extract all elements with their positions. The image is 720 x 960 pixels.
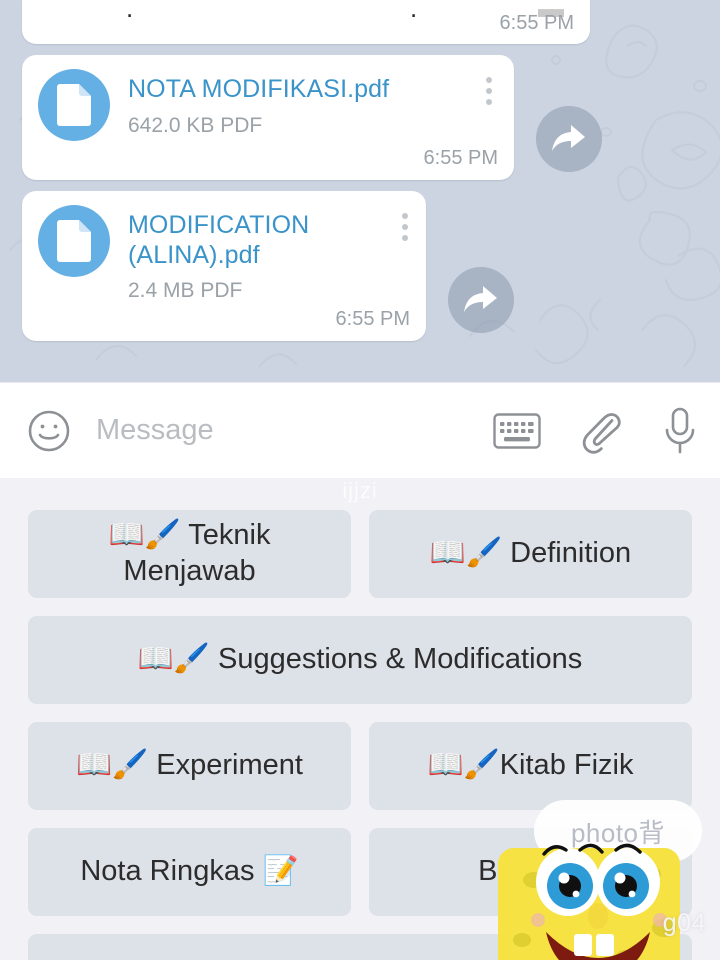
panel-watermark: ijjzi: [342, 478, 378, 503]
document-text-block: NOTA MODIFIKASI.pdf 642.0 KB PDF: [128, 69, 389, 137]
forward-arrow-icon: [552, 125, 585, 151]
kebab-menu-icon[interactable]: [398, 209, 412, 245]
forward-button[interactable]: [448, 267, 514, 334]
message-timestamp: 6:55 PM: [335, 308, 410, 331]
telegram-chat-screen: . . ▬ 6:55 PM NOTA MODIFIKASI.pdf 642.0 …: [0, 0, 720, 960]
keyboard-button-bengkel[interactable]: Bengkel: [369, 828, 692, 916]
microphone-icon[interactable]: [663, 407, 697, 455]
document-file-name[interactable]: MODIFICATION (ALINA).pdf: [128, 211, 340, 270]
paperclip-icon[interactable]: [581, 408, 623, 454]
keyboard-button-experiment[interactable]: 📖🖌️ Experiment: [28, 722, 351, 810]
document-row: MODIFICATION (ALINA).pdf 2.4 MB PDF: [38, 205, 410, 302]
message-bubble-document-1[interactable]: NOTA MODIFIKASI.pdf 642.0 KB PDF 6:55 PM: [22, 55, 514, 180]
keyboard-row-2: 📖🖌️ Suggestions & Modifications: [28, 616, 692, 704]
message-row-clipped: . . ▬ 6:55 PM: [0, 0, 720, 44]
keyboard-row-5-partial: [28, 934, 692, 960]
keyboard-button-partial[interactable]: [28, 934, 692, 960]
message-timestamp: 6:55 PM: [499, 12, 574, 34]
clipped-glyph-a: .: [126, 0, 135, 23]
message-input-bar: [0, 382, 720, 478]
document-glyph: [57, 220, 91, 262]
keyboard-row-3: 📖🖌️ Experiment 📖🖌️Kitab Fizik: [28, 722, 692, 810]
document-icon[interactable]: [38, 69, 110, 141]
forward-button[interactable]: [536, 106, 602, 172]
message-row-document-1: NOTA MODIFIKASI.pdf 642.0 KB PDF 6:55 PM: [0, 55, 720, 180]
keyboard-button-nota-ringkas[interactable]: Nota Ringkas 📝: [28, 828, 351, 916]
clipped-glyph-b: .: [410, 0, 419, 23]
input-bar-actions: [493, 407, 697, 455]
chat-message-area: . . ▬ 6:55 PM NOTA MODIFIKASI.pdf 642.0 …: [0, 0, 720, 382]
document-text-block: MODIFICATION (ALINA).pdf 2.4 MB PDF: [128, 205, 340, 302]
message-list: . . ▬ 6:55 PM NOTA MODIFIKASI.pdf 642.0 …: [0, 0, 720, 352]
keyboard-button-definition[interactable]: 📖🖌️ Definition: [369, 510, 692, 598]
keyboard-button-suggestions-modifications[interactable]: 📖🖌️ Suggestions & Modifications: [28, 616, 692, 704]
document-glyph: [57, 84, 91, 126]
document-icon[interactable]: [38, 205, 110, 277]
message-row-document-2: MODIFICATION (ALINA).pdf 2.4 MB PDF 6:55…: [0, 191, 720, 342]
keyboard-icon[interactable]: [493, 412, 541, 450]
document-file-meta: 2.4 MB PDF: [128, 279, 243, 302]
message-input[interactable]: [96, 414, 473, 447]
document-row: NOTA MODIFIKASI.pdf 642.0 KB PDF: [38, 69, 498, 141]
keyboard-row-4: Nota Ringkas 📝 Bengkel: [28, 828, 692, 916]
document-file-name[interactable]: NOTA MODIFIKASI.pdf: [128, 75, 389, 105]
keyboard-button-teknik-menjawab[interactable]: 📖🖌️ Teknik Menjawab: [28, 510, 351, 598]
message-bubble-document-2[interactable]: MODIFICATION (ALINA).pdf 2.4 MB PDF 6:55…: [22, 191, 426, 342]
document-file-meta: 642.0 KB PDF: [128, 113, 263, 137]
message-bubble-clipped[interactable]: . . ▬ 6:55 PM: [22, 0, 590, 44]
message-timestamp: 6:55 PM: [423, 147, 498, 169]
forward-arrow-icon: [464, 286, 497, 313]
keyboard-button-kitab-fizik[interactable]: 📖🖌️Kitab Fizik: [369, 722, 692, 810]
bot-custom-keyboard-panel: ijjzi 📖🖌️ Teknik Menjawab 📖🖌️ Definition…: [0, 478, 720, 960]
kebab-menu-icon[interactable]: [482, 73, 496, 109]
smiley-face-icon[interactable]: [26, 408, 72, 454]
keyboard-row-1: 📖🖌️ Teknik Menjawab 📖🖌️ Definition: [28, 510, 692, 598]
